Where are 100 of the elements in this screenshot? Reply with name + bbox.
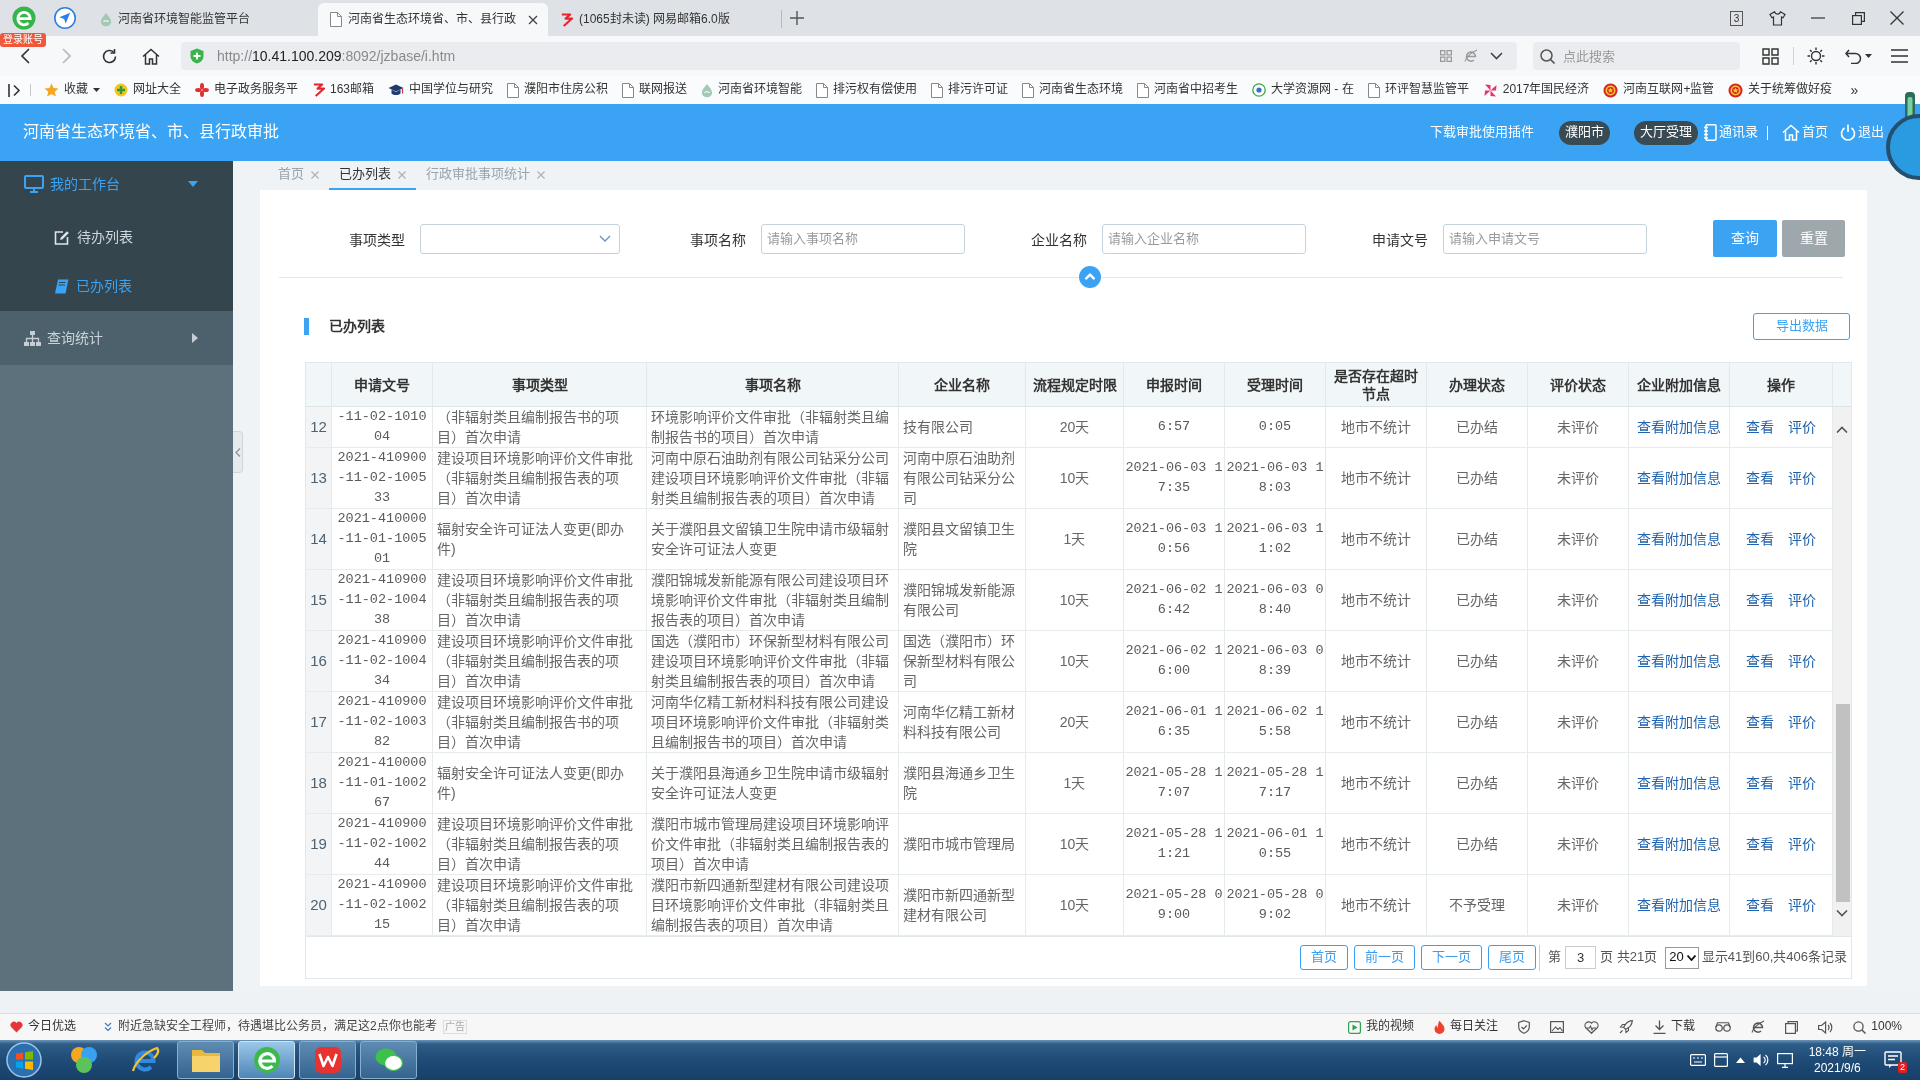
header-pill-button[interactable]: 濮阳市 <box>1559 120 1610 145</box>
speaker-icon[interactable] <box>1752 1053 1769 1067</box>
speaker-icon[interactable] <box>1818 1020 1834 1034</box>
bookmark[interactable]: 大学资源网 - 在 <box>1252 82 1354 98</box>
zoom-button[interactable]: 100% <box>1853 1019 1902 1035</box>
extra-info-link[interactable]: 查看附加信息 <box>1637 531 1721 547</box>
action-link[interactable]: 查看 <box>1746 592 1774 608</box>
bookmark[interactable]: 排污许可证 <box>931 82 1009 98</box>
collapse-up-icon[interactable] <box>1079 266 1101 288</box>
address-field[interactable]: http://10.41.100.209:8092/jzbase/i.htm <box>181 42 1517 70</box>
collapse-handle[interactable] <box>233 431 243 473</box>
bookmark[interactable]: 联网报送 <box>622 82 688 98</box>
login-badge[interactable]: 登录账号 <box>0 33 46 47</box>
keyboard-icon[interactable] <box>1689 1054 1706 1066</box>
taskbar-button[interactable] <box>360 1041 417 1079</box>
action-link[interactable]: 评价 <box>1788 836 1816 852</box>
bookmark[interactable]: 河南省中招考生 <box>1137 82 1239 98</box>
sidebar-toggle-icon[interactable] <box>8 83 22 97</box>
extra-info-link[interactable]: 查看附加信息 <box>1637 714 1721 730</box>
bookmark[interactable]: 电子政务服务平 <box>195 82 298 98</box>
bookmark[interactable]: 河南省生态环境 <box>1022 82 1124 98</box>
glasses-icon[interactable] <box>1715 1022 1732 1032</box>
bookmark[interactable]: 中国学位与研究 <box>388 82 494 98</box>
bookmark[interactable]: 环评智慧监管平 <box>1367 82 1469 98</box>
action-link[interactable]: 评价 <box>1788 653 1816 669</box>
extra-info-link[interactable]: 查看附加信息 <box>1637 897 1721 913</box>
network-monitor-icon[interactable] <box>1776 1052 1793 1068</box>
page-input[interactable]: 3 <box>1565 946 1597 969</box>
up-triangle-icon[interactable] <box>1735 1057 1745 1063</box>
bookmark[interactable]: 关于统筹做好疫 <box>1728 82 1833 98</box>
taskbar-button[interactable] <box>299 1041 356 1079</box>
action-link[interactable]: 查看 <box>1746 653 1774 669</box>
image-icon[interactable] <box>1550 1021 1565 1033</box>
action-link[interactable]: 查看 <box>1746 836 1774 852</box>
bookmark[interactable]: 网址大全 <box>114 82 181 98</box>
download-button[interactable]: 下载 <box>1653 1019 1696 1035</box>
select-field[interactable] <box>420 223 620 254</box>
sidebar-item[interactable]: 待办列表 <box>0 213 233 262</box>
bookmark[interactable]: 濮阳市住房公积 <box>507 82 609 98</box>
page-size-select[interactable]: 20 <box>1665 946 1699 969</box>
action-link[interactable]: 评价 <box>1788 775 1816 791</box>
shield-icon[interactable] <box>1518 1020 1531 1034</box>
caret-down-icon[interactable] <box>1865 54 1872 58</box>
header-pill-button[interactable]: 大厅受理 <box>1634 120 1698 145</box>
status-link[interactable]: 我的视频 <box>1348 1019 1415 1035</box>
more-bookmarks-button[interactable]: » <box>1850 80 1859 100</box>
extra-info-link[interactable]: 查看附加信息 <box>1637 419 1721 435</box>
menu-icon[interactable] <box>1891 49 1908 63</box>
window-icon[interactable] <box>1785 1020 1799 1034</box>
extra-info-link[interactable]: 查看附加信息 <box>1637 653 1721 669</box>
action-link[interactable]: 评价 <box>1788 714 1816 730</box>
text-field[interactable]: 请输入申请文号 <box>1443 223 1647 254</box>
action-link[interactable]: 查看 <box>1746 775 1774 791</box>
action-link[interactable]: 查看 <box>1746 897 1774 913</box>
extra-info-link[interactable]: 查看附加信息 <box>1637 592 1721 608</box>
close-icon[interactable] <box>528 14 538 25</box>
action-link[interactable]: 查看 <box>1746 419 1774 435</box>
browser-tab[interactable]: 河南省环境智能监管平台 <box>88 3 318 36</box>
scrollbar-thumb[interactable] <box>1836 704 1850 902</box>
rocket-icon[interactable] <box>1619 1020 1634 1034</box>
text-field[interactable]: 请输入事项名称 <box>761 223 965 254</box>
action-link[interactable]: 查看 <box>1746 470 1774 486</box>
bookmark[interactable]: 2017年国民经济 <box>1482 82 1590 98</box>
reload-icon[interactable] <box>101 47 118 65</box>
status-link[interactable]: 每日关注 <box>1434 1019 1499 1035</box>
bookmark[interactable]: 收藏 <box>44 82 100 98</box>
action-link[interactable]: 评价 <box>1788 531 1816 547</box>
chevron-down-icon[interactable] <box>1490 52 1503 60</box>
bookmark[interactable]: 河南互联网+监管 <box>1603 82 1715 98</box>
browser-logo-icon[interactable] <box>12 6 36 30</box>
extra-info-link[interactable]: 查看附加信息 <box>1637 470 1721 486</box>
close-icon[interactable] <box>1890 11 1904 25</box>
extra-info-link[interactable]: 查看附加信息 <box>1637 836 1721 852</box>
sidebar-group[interactable]: 我的工作台 <box>0 161 233 207</box>
ad-link[interactable]: 附近急缺安全工程师，待遇堪比公务员，满足这2点你也能考 <box>118 1019 437 1035</box>
sidebar-item[interactable]: 已办列表 <box>0 262 233 311</box>
arrow-circle-icon[interactable] <box>54 7 76 29</box>
scroll-up-icon[interactable] <box>1836 426 1848 433</box>
notification-icon[interactable] <box>1884 1051 1902 1069</box>
tray-window-icon[interactable] <box>1713 1053 1728 1067</box>
taskbar-button[interactable] <box>177 1041 234 1079</box>
ie-icon[interactable] <box>1751 1020 1766 1034</box>
heartbeat-icon[interactable] <box>1584 1020 1600 1034</box>
start-orb-icon[interactable] <box>6 1042 42 1078</box>
shirt-icon[interactable] <box>1769 10 1786 26</box>
tab-count[interactable]: 3 <box>1730 10 1743 26</box>
new-tab-icon[interactable] <box>790 11 804 25</box>
browser-tab[interactable]: (1065封未读) 网易邮箱6.0版 <box>548 3 778 36</box>
undo-icon[interactable] <box>1845 48 1862 64</box>
scroll-down-icon[interactable] <box>1836 910 1848 917</box>
action-link[interactable]: 评价 <box>1788 419 1816 435</box>
bookmark[interactable]: 排污权有偿使用 <box>816 82 918 98</box>
action-link[interactable]: 评价 <box>1788 592 1816 608</box>
extra-info-link[interactable]: 查看附加信息 <box>1637 775 1721 791</box>
colored-balls-icon[interactable] <box>68 1045 99 1075</box>
search-field[interactable]: 点此搜索 <box>1533 42 1740 70</box>
restore-icon[interactable] <box>1852 11 1865 25</box>
text-field[interactable]: 请输入企业名称 <box>1102 223 1306 254</box>
action-link[interactable]: 查看 <box>1746 531 1774 547</box>
action-link[interactable]: 查看 <box>1746 714 1774 730</box>
